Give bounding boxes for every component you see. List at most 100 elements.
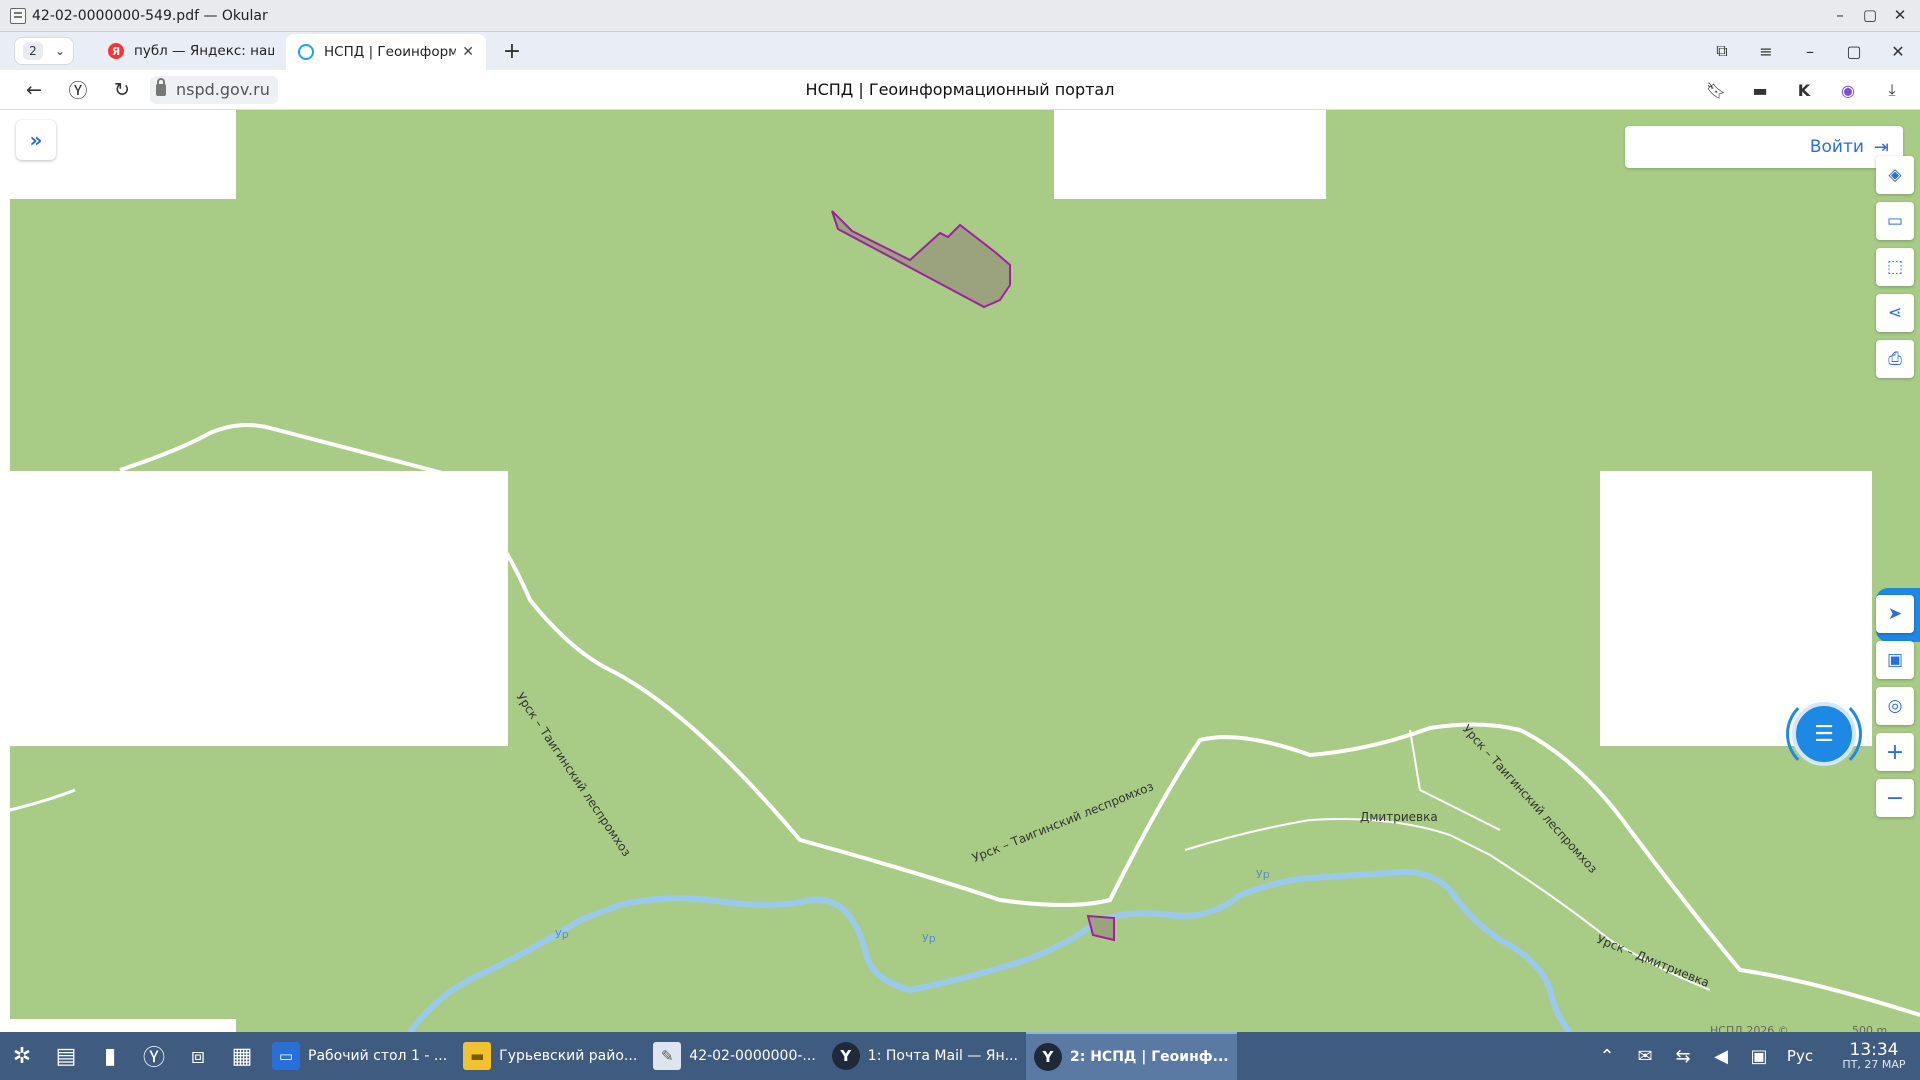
select-area-button[interactable]: ⬚ — [1876, 248, 1914, 286]
zoom-in-icon: + — [1885, 739, 1905, 765]
land-parcel-south[interactable] — [1086, 914, 1115, 942]
browser-maximize-button[interactable]: ▢ — [1832, 42, 1876, 61]
unloaded-tile — [10, 471, 508, 746]
village-label: Дмитриевка — [1360, 810, 1438, 824]
folder-icon: ▬ — [463, 1042, 492, 1070]
page-title: НСПД | Геоинформационный портал — [805, 80, 1115, 99]
menu-icon[interactable]: ≡ — [1744, 42, 1788, 61]
extension-k-icon[interactable]: K — [1782, 81, 1826, 100]
task-mail[interactable]: Y 1: Почта Mail — Ян... — [824, 1032, 1026, 1080]
window-title: 42-02-0000000-549.pdf — Okular — [32, 7, 268, 24]
login-arrow-icon: ⇥ — [1873, 136, 1889, 158]
layers-icon: ◈ — [1888, 165, 1902, 185]
network-share-icon[interactable]: ⇆ — [1664, 1046, 1702, 1067]
map-attribution: НСПД 2026 © — [1710, 1024, 1789, 1032]
map-canvas[interactable]: Урск – Таигинский леспромхоз Урск – Таиг… — [10, 110, 1920, 1032]
tab-counter-button[interactable]: 2 ⌄ — [14, 37, 74, 65]
zoom-out-button[interactable]: − — [1876, 779, 1914, 817]
show-desktop-icon[interactable]: ▤ — [44, 1032, 88, 1080]
browser-window-controls: ⧉ ≡ – ▢ ✕ — [1700, 32, 1920, 70]
layers-button[interactable]: ◈ — [1876, 156, 1914, 194]
print-button[interactable]: ⎙ — [1876, 340, 1914, 378]
window-title-bar: 42-02-0000000-549.pdf — Okular – ▢ ✕ — [0, 0, 1920, 32]
bookmarks-panel-icon[interactable]: ⧉ — [1700, 41, 1744, 61]
new-tab-button[interactable]: + — [498, 37, 526, 65]
tray-expand-icon[interactable]: ⌃ — [1588, 1046, 1626, 1067]
task-folder[interactable]: ▬ Гурьевский райо... — [455, 1032, 645, 1080]
yandex-home-icon[interactable]: Ⓨ — [56, 76, 100, 103]
land-parcel-north[interactable] — [831, 210, 1011, 309]
tab-nspd[interactable]: НСПД | Геоинформационный портал ✕ — [286, 34, 486, 70]
geolocation-icon: ◎ — [1887, 696, 1903, 716]
extension-icon[interactable]: ▬ — [1738, 81, 1782, 100]
network-icon[interactable]: ▣ — [1740, 1046, 1778, 1067]
task-label: Гурьевский райо... — [499, 1048, 638, 1064]
close-window-button[interactable]: ✕ — [1888, 4, 1912, 26]
river-label: Ур — [922, 932, 936, 945]
back-button[interactable]: ← — [12, 79, 56, 101]
network-computer-icon[interactable]: ▦ — [220, 1032, 264, 1080]
chat-button[interactable]: ☰ — [1792, 702, 1856, 766]
url-text: nspd.gov.ru — [176, 80, 270, 99]
task-okular[interactable]: ✎ 42-02-0000000-... — [645, 1032, 824, 1080]
keyboard-layout[interactable]: Рус — [1778, 1047, 1822, 1065]
login-label: Войти — [1809, 137, 1864, 157]
sidebar-toggle-button[interactable]: » — [16, 120, 56, 160]
downloads-icon[interactable]: ⤓ — [1870, 80, 1914, 100]
river-label: Ур — [555, 928, 569, 941]
share-icon: ⋖ — [1887, 303, 1903, 323]
address-bar: ← Ⓨ ↻ nspd.gov.ru НСПД | Геоинформационн… — [0, 70, 1920, 110]
start-menu-icon[interactable]: ✲ — [0, 1032, 44, 1080]
bookmark-icon[interactable]: 🔖︎ — [1694, 81, 1738, 100]
lock-icon — [156, 77, 166, 96]
maximize-button[interactable]: ▢ — [1858, 4, 1882, 26]
road-ursk-dmitrievka — [1184, 818, 1711, 991]
volume-icon[interactable]: ◀ — [1702, 1046, 1740, 1067]
windows-icon[interactable]: ⧈ — [176, 1032, 220, 1080]
tab-label: публ — Яндекс: нашлось — [134, 43, 274, 59]
task-label: 1: Почта Mail — Ян... — [867, 1048, 1018, 1064]
select-area-icon: ⬚ — [1886, 257, 1904, 277]
river-label: Ур — [1256, 868, 1270, 881]
map-type-button[interactable]: ▣ — [1876, 641, 1914, 679]
map-scale: 500 m — [1852, 1024, 1888, 1032]
documents-icon[interactable]: ▮ — [88, 1032, 132, 1080]
ruler-icon: ▭ — [1886, 211, 1904, 231]
clock-date: ПТ, 27 МАР — [1842, 1058, 1906, 1072]
window-controls: – ▢ ✕ — [1828, 4, 1912, 26]
geolocation-button[interactable]: ◎ — [1876, 687, 1914, 725]
task-label: 42-02-0000000-... — [689, 1048, 816, 1064]
okular-icon: ✎ — [653, 1042, 682, 1070]
clock[interactable]: 13:34 ПТ, 27 МАР — [1828, 1040, 1920, 1072]
share-button[interactable]: ⋖ — [1876, 294, 1914, 332]
url-field[interactable]: nspd.gov.ru — [150, 75, 278, 104]
yandex-favicon-icon: Я — [108, 43, 124, 59]
messages-icon[interactable]: ✉ — [1626, 1046, 1664, 1067]
okular-app-icon — [10, 7, 26, 24]
unloaded-tile — [1054, 110, 1326, 199]
taskbar: ✲ ▤ ▮ Ⓨ ⧈ ▦ ▭ Рабочий стол 1 - ... ▬ Гур… — [0, 1032, 1920, 1080]
close-tab-icon[interactable]: ✕ — [462, 44, 474, 60]
task-label: 2: НСПД | Геоинф... — [1069, 1049, 1229, 1065]
tab-label: НСПД | Геоинформационный портал — [324, 44, 457, 60]
desktop-icon: ▭ — [272, 1042, 300, 1070]
reload-button[interactable]: ↻ — [100, 79, 144, 101]
zoom-out-icon: − — [1885, 785, 1905, 811]
map-type-icon: ▣ — [1886, 650, 1904, 670]
chevron-down-icon: ⌄ — [54, 44, 65, 58]
locate-button[interactable]: ➤ — [1876, 595, 1914, 633]
tab-yandex-search[interactable]: Я публ — Яндекс: нашлось — [96, 35, 286, 67]
extension-circle-icon[interactable]: ◉ — [1826, 81, 1870, 100]
task-nspd[interactable]: Y 2: НСПД | Геоинф... — [1025, 1032, 1237, 1080]
task-desktop[interactable]: ▭ Рабочий стол 1 - ... — [264, 1032, 455, 1080]
yandex-browser-launcher-icon[interactable]: Ⓨ — [132, 1032, 176, 1080]
yandex-browser-icon: Y — [1033, 1043, 1062, 1071]
login-button[interactable]: Войти ⇥ — [1625, 126, 1903, 168]
task-label: Рабочий стол 1 - ... — [308, 1048, 448, 1064]
zoom-in-button[interactable]: + — [1876, 733, 1914, 771]
browser-close-button[interactable]: ✕ — [1876, 42, 1920, 61]
measure-button[interactable]: ▭ — [1876, 202, 1914, 240]
minimize-button[interactable]: – — [1828, 4, 1852, 26]
browser-minimize-button[interactable]: – — [1788, 42, 1832, 61]
print-icon: ⎙ — [1888, 349, 1902, 369]
